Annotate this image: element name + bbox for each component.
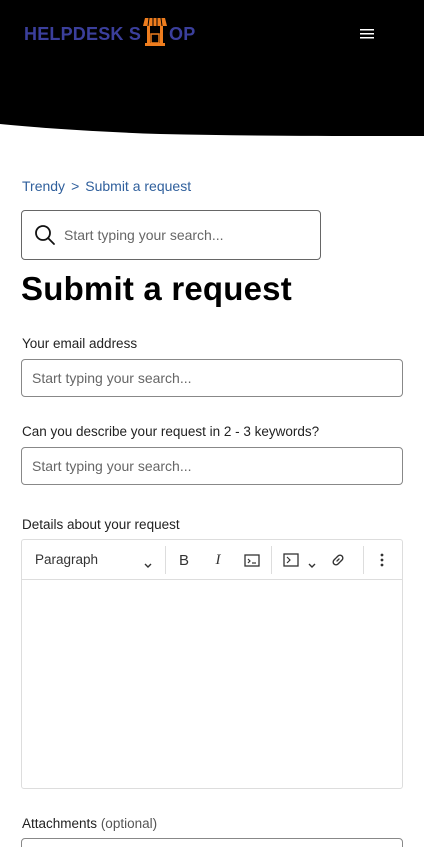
breadcrumb-item-trendy[interactable]: Trendy xyxy=(22,178,65,194)
chevron-down-icon[interactable] xyxy=(308,556,316,574)
attachments-dropzone[interactable] xyxy=(21,838,403,847)
details-label: Details about your request xyxy=(22,517,180,532)
helpdesk-shop-logo[interactable]: HELPDESK S OP xyxy=(24,16,195,52)
attachments-label-text: Attachments xyxy=(22,816,98,831)
store-icon xyxy=(142,16,168,48)
breadcrumb-separator: > xyxy=(71,178,80,194)
code-icon[interactable] xyxy=(242,550,262,570)
site-header: HELPDESK S OP xyxy=(0,0,424,140)
logo-wordmark: HELPDESK S OP xyxy=(24,16,196,50)
search-box xyxy=(21,210,321,260)
attachments-optional-text: (optional) xyxy=(100,816,158,831)
link-icon[interactable] xyxy=(328,550,348,570)
email-label: Your email address xyxy=(22,336,138,351)
keywords-field[interactable] xyxy=(21,447,403,485)
search-input[interactable] xyxy=(64,227,304,243)
bold-icon[interactable]: B xyxy=(174,550,194,570)
toolbar-divider xyxy=(363,546,364,574)
editor-toolbar: Paragraph B I xyxy=(22,540,402,580)
toolbar-divider xyxy=(271,546,272,574)
logo-text-right: OP xyxy=(169,23,196,44)
attachments-label: Attachments (optional) xyxy=(22,816,157,831)
italic-icon[interactable]: I xyxy=(208,550,228,570)
breadcrumb: Trendy > Submit a request xyxy=(22,178,191,194)
details-editor-body[interactable] xyxy=(22,581,402,788)
logo-text-left: HELPDESK S xyxy=(24,23,142,44)
rich-text-editor: Paragraph B I xyxy=(21,539,403,789)
block-type-select[interactable]: Paragraph xyxy=(35,552,98,567)
search-icon xyxy=(34,224,56,246)
page-title: Submit a request xyxy=(21,270,292,307)
menu-icon[interactable] xyxy=(356,24,378,44)
keywords-label: Can you describe your request in 2 - 3 k… xyxy=(22,424,320,439)
email-field[interactable] xyxy=(21,359,403,397)
toolbar-divider xyxy=(165,546,166,574)
chevron-down-icon[interactable] xyxy=(144,556,152,574)
code-block-icon[interactable] xyxy=(281,550,301,570)
breadcrumb-item-submit-request[interactable]: Submit a request xyxy=(85,178,191,194)
more-vertical-icon[interactable] xyxy=(372,550,392,570)
